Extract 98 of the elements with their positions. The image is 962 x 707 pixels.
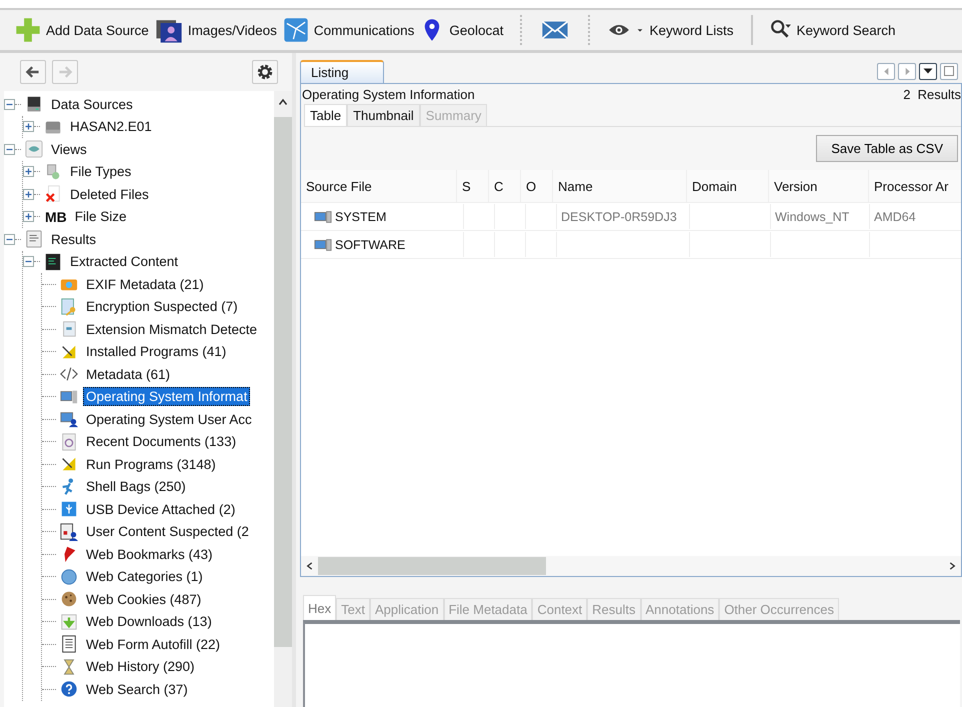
view-tab[interactable]: Table (304, 104, 348, 126)
collapse-toggle[interactable] (23, 256, 34, 268)
column-header[interactable]: C (489, 170, 521, 202)
tree-item[interactable]: Results (48, 230, 100, 249)
plus-icon (15, 17, 41, 43)
network-icon (282, 17, 309, 43)
document-icon (60, 320, 78, 338)
computer-icon (60, 388, 78, 406)
tree-item[interactable]: Web History (290) (83, 657, 198, 676)
tree-item[interactable]: EXIF Metadata (21) (83, 274, 207, 294)
column-header[interactable]: S (457, 170, 489, 202)
up-chevron-icon (278, 97, 288, 107)
settings-icon (256, 63, 274, 81)
table-cell: Windows_NT (775, 210, 850, 224)
deleted-file-icon (44, 185, 62, 204)
toolbar-button[interactable]: Keyword Search (766, 13, 899, 47)
column-header[interactable]: Processor Ar (869, 170, 961, 202)
globe-icon (60, 568, 78, 586)
tree-item[interactable]: Data Sources (48, 94, 136, 114)
usb-icon (60, 500, 78, 518)
tree-item[interactable]: Deleted Files (67, 184, 152, 204)
expand-toggle[interactable] (23, 121, 34, 132)
documents-icon (44, 162, 62, 181)
report-icon (25, 230, 43, 248)
toolbar-button[interactable]: Add Data Source (12, 13, 152, 47)
table-cell: SOFTWARE (335, 238, 406, 252)
column-header[interactable]: Version (769, 170, 869, 202)
clock-document-icon (60, 432, 78, 451)
hard-drive-icon (25, 95, 43, 114)
user-document-icon (60, 522, 78, 541)
expand-toggle[interactable] (23, 188, 34, 200)
toolbar-button[interactable]: Keyword Lists (604, 13, 737, 47)
tree-item[interactable]: Views (48, 140, 90, 159)
listing-title: Operating System Information (302, 87, 475, 102)
key-document-icon (60, 298, 78, 316)
tree-item[interactable]: HASAN2.E01 (67, 117, 155, 136)
table-cell: AMD64 (874, 210, 916, 224)
tree-item[interactable]: File Size (72, 207, 130, 226)
tree-item[interactable]: Web Form Autofill (22) (83, 634, 224, 654)
back-button[interactable] (20, 60, 46, 84)
tree-item[interactable]: Web Categories (1) (83, 567, 206, 586)
code-icon (60, 365, 78, 384)
tree-item[interactable]: Extension Mismatch Detecte (83, 320, 260, 339)
table-cell: DESKTOP-0R59DJ3 (561, 210, 677, 224)
cookie-icon (60, 590, 78, 608)
form-icon (60, 635, 78, 654)
download-icon (60, 612, 78, 631)
tree-item[interactable]: Web Search (37) (83, 680, 191, 699)
expand-toggle[interactable] (23, 166, 34, 178)
listing-tab[interactable]: Listing (300, 60, 384, 83)
column-header[interactable]: Name (553, 170, 687, 202)
settings-button[interactable] (252, 60, 278, 84)
tree-item[interactable]: Extracted Content (67, 252, 182, 272)
right-chevron-icon (948, 560, 957, 572)
tree-item[interactable]: Shell Bags (250) (83, 477, 189, 496)
left-chevron-icon (305, 560, 314, 572)
content-tab[interactable]: Hex (303, 595, 336, 620)
results-count: 2 Results (903, 87, 961, 102)
vertical-scrollbar[interactable] (274, 91, 292, 707)
right-arrow-icon (57, 64, 73, 80)
eye-icon (25, 140, 43, 158)
collapse-toggle[interactable] (4, 98, 15, 110)
table-cell: SYSTEM (335, 210, 386, 224)
left-triangle-icon (882, 66, 890, 76)
tree-item[interactable]: Recent Documents (133) (83, 432, 240, 452)
view-tab[interactable]: Thumbnail (347, 104, 420, 126)
tree-item[interactable]: Encryption Suspected (7) (83, 297, 241, 316)
tree-item[interactable]: File Types (67, 162, 134, 182)
column-header[interactable]: O (521, 170, 553, 202)
expand-toggle[interactable] (23, 211, 34, 222)
tree-item[interactable]: USB Device Attached (2) (83, 500, 238, 519)
help-icon (60, 680, 78, 698)
tree-item[interactable]: Web Downloads (13) (83, 612, 215, 632)
column-header[interactable]: Domain (687, 170, 769, 202)
caret-icon (923, 66, 933, 76)
tree-item[interactable]: Web Cookies (487) (83, 590, 204, 609)
size-icon: MB (45, 208, 67, 225)
collapse-toggle[interactable] (4, 234, 15, 245)
tree-item[interactable]: Web Bookmarks (43) (83, 544, 216, 564)
toolbar-button[interactable]: Communications (280, 13, 418, 47)
terminal-icon (44, 252, 62, 271)
tree-item[interactable]: Metadata (61) (83, 364, 174, 384)
right-triangle-icon (902, 66, 912, 76)
tree-item[interactable]: Operating System User Acc (83, 410, 255, 429)
collapse-toggle[interactable] (4, 144, 15, 155)
save-csv-button[interactable]: Save Table as CSV (816, 135, 958, 162)
tree-item[interactable]: Operating System Informat (83, 387, 250, 406)
toolbar-button[interactable]: Geolocat (417, 13, 506, 47)
computer-user-icon (60, 410, 78, 428)
caret-icon (636, 26, 644, 34)
square-icon (944, 66, 954, 76)
column-header[interactable]: Source File (301, 170, 457, 202)
tree-item[interactable]: Installed Programs (41) (83, 342, 230, 362)
dropdown-button[interactable] (919, 62, 937, 80)
left-arrow-icon (25, 64, 41, 80)
toolbar-button[interactable]: Images/Videos (152, 13, 280, 47)
tree-item[interactable]: User Content Suspected (2 (83, 522, 252, 542)
tree-item[interactable]: Run Programs (3148) (83, 454, 219, 474)
